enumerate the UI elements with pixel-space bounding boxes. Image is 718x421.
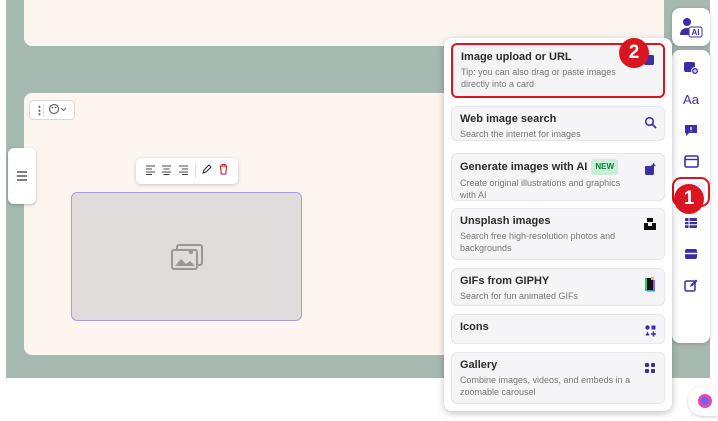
button-icon[interactable] xyxy=(677,244,705,264)
menu-item-icons[interactable]: Icons xyxy=(451,314,665,344)
add-card-icon[interactable] xyxy=(677,58,705,78)
ai-sparkle-icon xyxy=(642,161,658,177)
menu-item-web-image-search[interactable]: Web image search Search the internet for… xyxy=(451,106,665,141)
help-chip[interactable] xyxy=(688,386,718,416)
menu-item-desc: Search the internet for images xyxy=(460,129,581,139)
align-right-icon[interactable] xyxy=(178,162,189,180)
search-icon xyxy=(642,114,658,130)
new-badge: NEW xyxy=(591,159,619,175)
text-icon[interactable]: Aa xyxy=(677,89,705,109)
menu-item-desc: Search free high-resolution photos and b… xyxy=(460,231,616,253)
icons-icon xyxy=(642,322,658,338)
giphy-icon xyxy=(642,276,658,292)
menu-item-title: Unsplash images xyxy=(460,215,551,227)
menu-item-gallery[interactable]: Gallery Combine images, videos, and embe… xyxy=(451,352,665,404)
palette-icon[interactable] xyxy=(48,103,67,118)
menu-item-desc: Search for fun animated GIFs xyxy=(460,291,579,301)
edit-icon[interactable] xyxy=(677,275,705,295)
menu-item-title: Gallery xyxy=(460,359,498,371)
align-center-icon[interactable] xyxy=(161,162,172,180)
drag-handle-icon[interactable]: ⋮ xyxy=(34,103,45,117)
image-insert-menu: Image upload or URL Tip: you can also dr… xyxy=(444,38,672,411)
editor-stage: ⋮ AI Aa Image upload or URL Tip: you can… xyxy=(0,0,718,421)
menu-item-desc: Create original illustrations and graphi… xyxy=(460,178,621,200)
hamburger-icon xyxy=(17,171,27,181)
card-side-handle[interactable] xyxy=(8,148,36,204)
brain-icon xyxy=(698,394,712,408)
step-marker-2: 2 xyxy=(619,38,649,68)
unsplash-icon xyxy=(642,216,658,232)
edit-pencil-icon[interactable] xyxy=(201,162,213,180)
align-left-icon[interactable] xyxy=(145,162,156,180)
image-placeholder-icon xyxy=(170,243,203,270)
toolbar-divider xyxy=(194,164,196,178)
callout-icon[interactable] xyxy=(677,120,705,140)
image-placeholder[interactable] xyxy=(71,192,302,321)
image-align-toolbar xyxy=(136,158,238,184)
delete-icon[interactable] xyxy=(218,162,229,180)
ai-icon: AI xyxy=(680,18,703,38)
menu-item-unsplash[interactable]: Unsplash images Search free high-resolut… xyxy=(451,208,665,260)
menu-item-title: Web image search xyxy=(460,113,557,125)
table-icon[interactable] xyxy=(677,213,705,233)
menu-item-generate-ai[interactable]: Generate images with AI NEW Create origin… xyxy=(451,153,665,201)
ai-icon-label: AI xyxy=(692,28,700,37)
menu-item-title: GIFs from GIPHY xyxy=(460,275,550,287)
step-marker-1: 1 xyxy=(674,184,704,214)
menu-item-title: Generate images with AI xyxy=(460,161,588,173)
card-toolbar: ⋮ xyxy=(29,100,75,120)
menu-item-title: Icons xyxy=(460,321,489,333)
menu-item-giphy[interactable]: GIFs from GIPHY Search for fun animated … xyxy=(451,268,665,306)
menu-item-desc: Combine images, videos, and embeds in a … xyxy=(460,375,631,397)
ai-assistant-button[interactable]: AI xyxy=(672,8,710,46)
menu-item-desc: Tip: you can also drag or paste images d… xyxy=(461,67,616,89)
layout-icon[interactable] xyxy=(677,151,705,171)
gallery-icon xyxy=(642,360,658,376)
